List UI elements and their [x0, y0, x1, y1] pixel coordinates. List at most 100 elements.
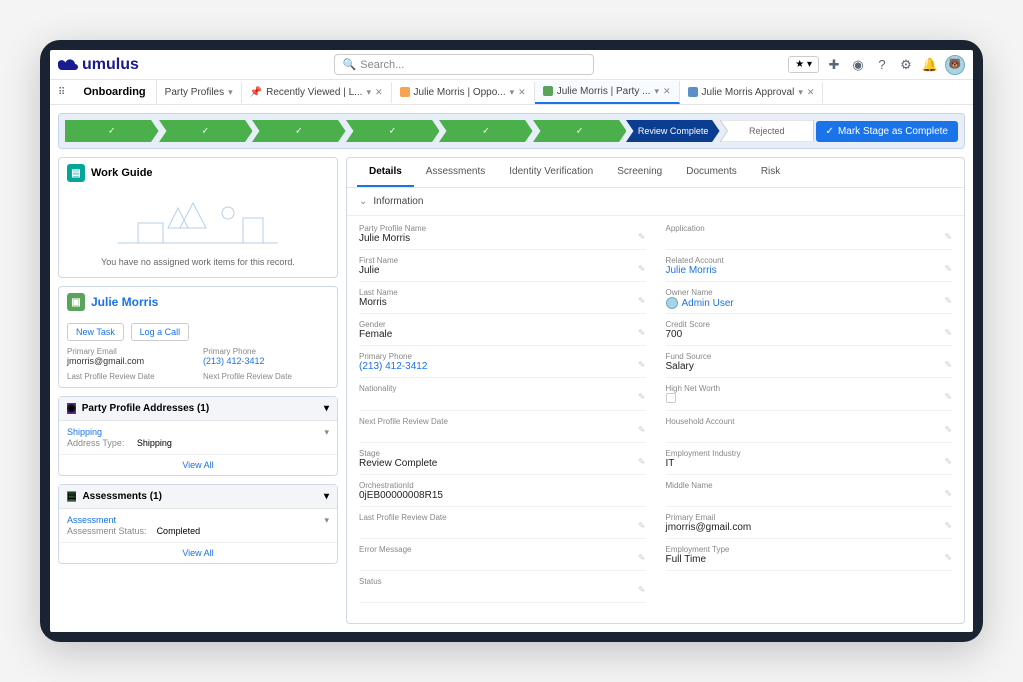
check-icon: ✓ — [826, 126, 834, 137]
edit-icon[interactable]: ✎ — [944, 327, 952, 338]
mark-stage-complete-button[interactable]: ✓ Mark Stage as Complete — [816, 121, 958, 142]
tab-party-profile[interactable]: Julie Morris | Party ... ▾ ✕ — [535, 81, 680, 104]
edit-icon[interactable]: ✎ — [638, 584, 646, 595]
owner-avatar-icon — [666, 297, 678, 309]
tab-risk[interactable]: Risk — [749, 158, 792, 187]
work-guide-card: ▤ Work Guide You have no assigned work i… — [58, 157, 338, 278]
detail-fields: Party Profile NameJulie Morris✎ Applicat… — [347, 216, 964, 611]
stage-complete-1[interactable]: ✓ — [65, 120, 159, 142]
edit-icon[interactable]: ✎ — [638, 424, 646, 435]
edit-icon[interactable]: ✎ — [944, 295, 952, 306]
addresses-view-all[interactable]: View All — [59, 455, 337, 475]
edit-icon[interactable]: ✎ — [944, 424, 952, 435]
edit-icon[interactable]: ✎ — [638, 359, 646, 370]
edit-icon[interactable]: ✎ — [638, 456, 646, 467]
phone-link[interactable]: (213) 412-3412 — [359, 361, 646, 373]
edit-icon[interactable]: ✎ — [944, 456, 952, 467]
stage-rejected[interactable]: Rejected — [720, 120, 814, 142]
related-account-link[interactable]: Julie Morris — [666, 265, 953, 277]
checkbox-unchecked — [666, 393, 676, 403]
edit-icon[interactable]: ✎ — [638, 392, 646, 403]
edit-icon[interactable]: ✎ — [944, 520, 952, 531]
edit-icon[interactable]: ✎ — [944, 552, 952, 563]
edit-icon[interactable]: ✎ — [638, 295, 646, 306]
edit-icon[interactable]: ✎ — [638, 552, 646, 563]
tab-details[interactable]: Details — [357, 158, 414, 187]
cloud-icon — [58, 58, 80, 72]
close-icon[interactable]: ✕ — [375, 87, 383, 98]
tab-documents[interactable]: Documents — [674, 158, 749, 187]
brand-logo: umulus — [58, 56, 139, 74]
new-task-button[interactable]: New Task — [67, 323, 124, 341]
chevron-down-icon: ▾ — [654, 86, 659, 97]
tab-assessments[interactable]: Assessments — [414, 158, 497, 187]
log-call-button[interactable]: Log a Call — [131, 323, 190, 341]
chevron-down-icon: ▾ — [798, 87, 803, 98]
tab-approval[interactable]: Julie Morris Approval ▾ ✕ — [680, 82, 824, 103]
contact-name-link[interactable]: Julie Morris — [91, 295, 158, 309]
primary-email-value: jmorris@gmail.com — [67, 356, 193, 366]
trailhead-icon[interactable]: ◉ — [849, 56, 867, 74]
stage-complete-6[interactable]: ✓ — [533, 120, 627, 142]
chevron-down-icon: ▾ — [510, 87, 515, 98]
edit-icon[interactable]: ✎ — [944, 359, 952, 370]
stage-complete-3[interactable]: ✓ — [252, 120, 346, 142]
row-menu-icon[interactable]: ▾ — [324, 427, 329, 438]
global-search[interactable]: 🔍 Search... — [334, 54, 594, 75]
close-icon[interactable]: ✕ — [663, 86, 671, 97]
profile-icon — [543, 86, 553, 96]
edit-icon[interactable]: ✎ — [638, 231, 646, 242]
section-information[interactable]: ⌄ Information — [347, 188, 964, 216]
edit-icon[interactable]: ✎ — [638, 327, 646, 338]
app-name: Onboarding — [73, 80, 156, 104]
card-menu-icon[interactable]: ▾ — [324, 403, 329, 414]
user-avatar[interactable]: 🐻 — [945, 55, 965, 75]
primary-phone-link[interactable]: (213) 412-3412 — [203, 356, 329, 366]
chevron-down-icon: ▾ — [366, 87, 371, 98]
close-icon[interactable]: ✕ — [518, 87, 526, 98]
chevron-down-icon: ▾ — [228, 87, 233, 98]
help-icon[interactable]: ? — [873, 56, 891, 74]
tab-identity[interactable]: Identity Verification — [497, 158, 605, 187]
tab-party-profiles[interactable]: Party Profiles ▾ — [157, 82, 242, 103]
assessment-icon: ▤ — [67, 491, 76, 502]
tab-recently-viewed[interactable]: 📌 Recently Viewed | L... ▾ ✕ — [242, 82, 392, 103]
opportunity-icon — [400, 87, 410, 97]
add-icon[interactable]: ✚ — [825, 56, 843, 74]
edit-icon[interactable]: ✎ — [638, 263, 646, 274]
owner-link[interactable]: Admin User — [666, 297, 953, 309]
edit-icon[interactable]: ✎ — [638, 520, 646, 531]
tab-opportunity[interactable]: Julie Morris | Oppo... ▾ ✕ — [392, 82, 535, 103]
assessment-link[interactable]: Assessment — [67, 515, 116, 526]
empty-illustration — [118, 198, 278, 248]
workspace-tabs: ⠿ Onboarding Party Profiles ▾ 📌 Recently… — [50, 80, 973, 105]
tab-screening[interactable]: Screening — [605, 158, 674, 187]
work-guide-empty: You have no assigned work items for this… — [59, 257, 337, 267]
favorites-button[interactable]: ★ ▾ — [788, 56, 819, 73]
card-menu-icon[interactable]: ▾ — [324, 491, 329, 502]
app-launcher-icon[interactable]: ⠿ — [50, 81, 73, 104]
edit-icon[interactable]: ✎ — [944, 488, 952, 499]
pin-icon: 📌 — [250, 87, 262, 98]
stage-complete-2[interactable]: ✓ — [159, 120, 253, 142]
stage-review-complete[interactable]: Review Complete — [626, 120, 720, 142]
settings-icon[interactable]: ⚙ — [897, 56, 915, 74]
addresses-card: ◉ Party Profile Addresses (1) ▾ Shipping… — [58, 396, 338, 476]
assessment-row: Assessment ▾ Assessment Status: Complete… — [59, 509, 337, 543]
close-icon[interactable]: ✕ — [807, 87, 815, 98]
address-link[interactable]: Shipping — [67, 427, 102, 438]
address-row: Shipping ▾ Address Type: Shipping — [59, 421, 337, 455]
row-menu-icon[interactable]: ▾ — [324, 515, 329, 526]
stage-complete-5[interactable]: ✓ — [439, 120, 533, 142]
approval-icon — [688, 87, 698, 97]
stage-complete-4[interactable]: ✓ — [346, 120, 440, 142]
app-header: umulus 🔍 Search... ★ ▾ ✚ ◉ ? ⚙ 🔔 🐻 — [50, 50, 973, 80]
edit-icon[interactable]: ✎ — [944, 392, 952, 403]
edit-icon[interactable]: ✎ — [944, 263, 952, 274]
assessments-view-all[interactable]: View All — [59, 543, 337, 563]
edit-icon[interactable]: ✎ — [944, 231, 952, 242]
notifications-icon[interactable]: 🔔 — [921, 56, 939, 74]
assessments-title: Assessments (1) — [82, 491, 161, 502]
chevron-down-icon: ⌄ — [359, 196, 367, 207]
search-icon: 🔍 — [343, 58, 357, 71]
